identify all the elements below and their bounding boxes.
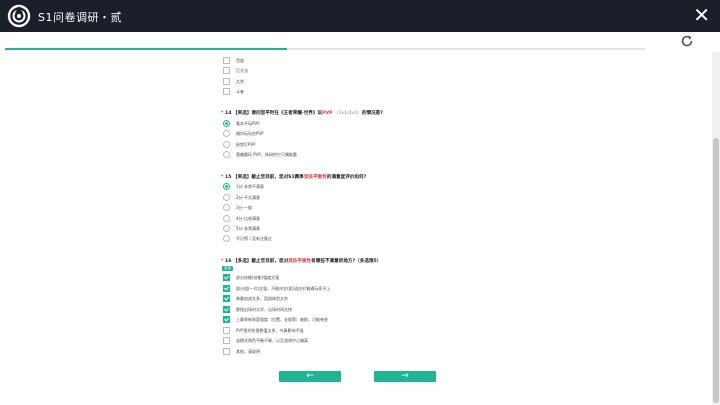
progress-fill	[5, 48, 287, 50]
checkbox-checked[interactable]	[223, 285, 230, 292]
survey-content: 西部 巨大法 左岸 斗者 * 14 【单选】请问您平时在《王者荣耀·世界》玩PV…	[0, 52, 712, 405]
option-label: 部分组(一式)太强，不能向它(组)适应对普通玩家不上	[236, 285, 331, 291]
radio[interactable]	[223, 151, 230, 158]
q13-option[interactable]: 巨大法	[223, 66, 248, 75]
multi-select-badge: 多选	[222, 266, 233, 271]
q15-option[interactable]: 3分-一般	[223, 203, 252, 212]
q13-option[interactable]: 西部	[223, 56, 244, 65]
q16-option[interactable]: 其他，请说明	[223, 347, 260, 356]
scrollbar-thumb[interactable]	[713, 138, 719, 403]
option-label: 左岸	[236, 78, 244, 84]
option-label: 4分-比较满意	[236, 215, 260, 221]
checkbox[interactable]	[223, 327, 230, 334]
q16-option[interactable]: 野怪出场时太早，出场时间太快	[223, 305, 292, 314]
checkbox-checked[interactable]	[223, 306, 230, 313]
q13-option[interactable]: 斗者	[223, 87, 244, 96]
option-label: 3分-一般	[236, 204, 252, 210]
radio[interactable]	[223, 204, 230, 211]
refresh-icon[interactable]	[680, 34, 694, 48]
radio[interactable]	[223, 235, 230, 242]
checkbox-checked[interactable]	[223, 316, 230, 323]
option-label: 我偏重玩 PVP，休闲的它只偶能重	[236, 151, 297, 157]
option-label: 巨大法	[236, 67, 248, 73]
checkbox[interactable]	[223, 67, 230, 74]
app-logo-icon	[7, 4, 31, 28]
radio[interactable]	[223, 225, 230, 232]
checkbox[interactable]	[223, 57, 230, 64]
q14-option[interactable]: 经常打PVP	[223, 140, 256, 149]
checkbox[interactable]	[223, 88, 230, 95]
q14-option[interactable]: 基本不玩PVP	[223, 119, 260, 128]
q16-option[interactable]: 装备加成太多，团战体验太杂	[223, 294, 288, 303]
option-label: 斗者	[236, 88, 244, 94]
app-title: S1问卷调研・贰	[38, 11, 122, 24]
question-14-title: * 14 【单选】请问您平时在《王者荣耀·世界》玩PVP （1v1/4v4）的情…	[221, 111, 383, 116]
option-label: 上赛季新阵容强度（位置、支援等）被削，可能有些	[236, 316, 328, 322]
option-label: 5分-非常满意	[236, 225, 260, 231]
checkbox[interactable]	[223, 348, 230, 355]
option-label: 偶尔玩玩些PVP	[236, 130, 264, 136]
q14-option[interactable]: 我偏重玩 PVP，休闲的它只偶能重	[223, 150, 297, 159]
checkbox-checked[interactable]	[223, 274, 230, 281]
next-page-button[interactable]: →	[374, 371, 436, 382]
progress-area	[0, 32, 720, 52]
option-label: 1分-非常不满意	[236, 183, 264, 189]
radio[interactable]	[223, 194, 230, 201]
q14-option[interactable]: 偶尔玩玩些PVP	[223, 129, 264, 138]
q16-option[interactable]: 部分技能(技能)强度太强	[223, 273, 279, 282]
radio[interactable]	[223, 215, 230, 222]
option-label: 部分技能(技能)强度太强	[236, 274, 280, 280]
radio[interactable]	[223, 141, 230, 148]
q16-option[interactable]: PVP里的伤害数值太多，节奏影响不强	[223, 326, 304, 335]
question-15-title: * 15 【单选】截止至目前，您对S1赛季竞技平衡性的满意度评价如何?	[221, 175, 367, 180]
q13-option[interactable]: 左岸	[223, 77, 244, 86]
scrollbar[interactable]	[712, 52, 720, 405]
radio-selected[interactable]	[223, 183, 230, 190]
q16-option[interactable]: 部分组(一式)太强，不能向它(组)适应对普通玩家不上	[223, 284, 330, 293]
question-16-title: * 16 【多选】截止至目前，您对竞技平衡性有哪些不满意的地方?（多选限5）	[221, 259, 382, 264]
option-label: PVP里的伤害数值太多，节奏影响不强	[236, 327, 304, 333]
checkbox[interactable]	[223, 78, 230, 85]
checkbox-checked[interactable]	[223, 295, 230, 302]
q15-option[interactable]: 1分-非常不满意	[223, 182, 264, 191]
option-label: 野怪出场时太早，出场时间太快	[236, 306, 292, 312]
option-label: 基本不玩PVP	[236, 120, 260, 126]
prev-page-button[interactable]: ←	[279, 371, 341, 382]
q15-option[interactable]: 4分-比较满意	[223, 214, 260, 223]
q15-option[interactable]: 2分-不太满意	[223, 193, 260, 202]
progress-track	[5, 48, 645, 50]
q16-option[interactable]: 上赛季新阵容强度（位置、支援等）被削，可能有些	[223, 315, 328, 324]
option-label: 其他，请说明	[236, 348, 260, 354]
q16-option[interactable]: 该模式角色平衡不够，以至游戏中心偏离	[223, 336, 308, 345]
option-label: 装备加成太多，团战体验太杂	[236, 295, 288, 301]
q15-option[interactable]: 不记得 / 没有注意过	[223, 234, 272, 243]
option-label: 西部	[236, 57, 244, 63]
radio[interactable]	[223, 130, 230, 137]
checkbox[interactable]	[223, 337, 230, 344]
option-label: 该模式角色平衡不够，以至游戏中心偏离	[236, 337, 308, 343]
option-label: 不记得 / 没有注意过	[236, 235, 272, 241]
option-label: 经常打PVP	[236, 141, 256, 147]
radio-selected[interactable]	[223, 120, 230, 127]
title-bar: S1问卷调研・贰 ✕	[0, 0, 720, 32]
q15-option[interactable]: 5分-非常满意	[223, 224, 260, 233]
close-icon[interactable]: ✕	[693, 5, 710, 25]
option-label: 2分-不太满意	[236, 194, 260, 200]
